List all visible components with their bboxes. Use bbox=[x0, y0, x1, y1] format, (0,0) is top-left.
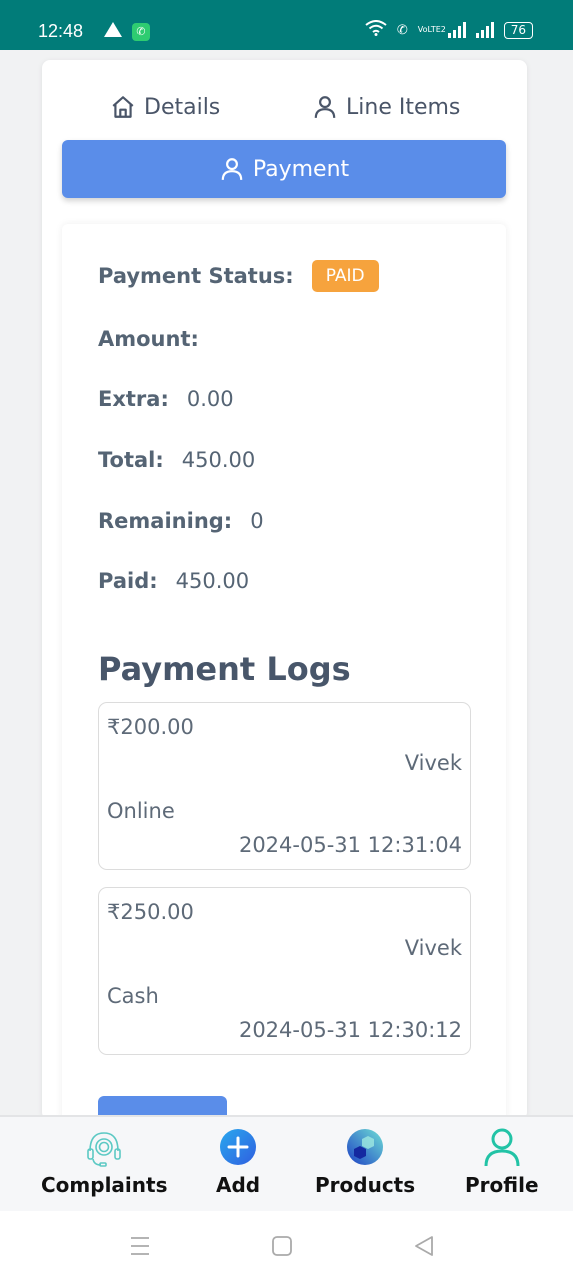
log-date: 2024-05-31 12:31:04 bbox=[238, 833, 462, 857]
home-icon bbox=[112, 96, 134, 118]
status-time: 12:48 bbox=[38, 21, 84, 41]
wifi-icon bbox=[365, 20, 387, 40]
nav-profile-label: Profile bbox=[465, 1173, 539, 1197]
nav-complaints[interactable]: Complaints bbox=[41, 1127, 167, 1197]
nav-complaints-label: Complaints bbox=[41, 1173, 168, 1197]
signal-icon-2 bbox=[475, 22, 494, 38]
total-value: 450.00 bbox=[181, 448, 256, 472]
log-method: Online bbox=[107, 799, 175, 823]
user-icon bbox=[482, 1127, 522, 1167]
amount-label: Amount: bbox=[98, 327, 199, 351]
remaining-label: Remaining: bbox=[98, 509, 233, 533]
bottom-nav: Complaints Add Products Profile bbox=[0, 1115, 573, 1211]
nav-add-label: Add bbox=[216, 1173, 261, 1197]
extra-value: 0.00 bbox=[186, 387, 234, 411]
amount-row: Amount: bbox=[98, 327, 217, 351]
back-button[interactable] bbox=[414, 1235, 434, 1261]
nav-products-label: Products bbox=[315, 1173, 416, 1197]
log-date: 2024-05-31 12:30:12 bbox=[238, 1018, 462, 1042]
square-icon bbox=[272, 1236, 292, 1256]
menu-button[interactable] bbox=[130, 1235, 150, 1261]
tab-details-label: Details bbox=[144, 94, 221, 120]
wifi-calling-icon: ✆ bbox=[396, 22, 408, 38]
tab-payment-label: Payment bbox=[252, 156, 350, 182]
log-amount: ₹200.00 bbox=[107, 715, 194, 739]
tab-payment[interactable]: Payment bbox=[62, 140, 506, 198]
plus-circle-icon bbox=[218, 1127, 258, 1167]
payment-log-item[interactable]: ₹250.00 Vivek Cash 2024-05-31 12:30:12 bbox=[98, 887, 471, 1055]
system-nav-bar bbox=[0, 1211, 573, 1280]
nav-add[interactable]: Add bbox=[216, 1127, 260, 1197]
total-label: Total: bbox=[98, 448, 164, 472]
headset-gear-icon bbox=[84, 1127, 124, 1167]
payment-panel: Payment Status: PAID Amount: Extra: 0.00… bbox=[62, 224, 506, 1124]
cubes-icon bbox=[345, 1127, 385, 1167]
remaining-row: Remaining: 0 bbox=[98, 509, 264, 533]
paid-label: Paid: bbox=[98, 569, 158, 593]
phone-app-icon: ✆ bbox=[132, 23, 150, 41]
payment-log-item[interactable]: ₹200.00 Vivek Online 2024-05-31 12:31:04 bbox=[98, 702, 471, 870]
menu-icon bbox=[131, 1237, 149, 1255]
remaining-value: 0 bbox=[250, 509, 264, 533]
back-triangle-icon bbox=[415, 1236, 433, 1256]
total-row: Total: 450.00 bbox=[98, 448, 255, 472]
tabs: Details Line Items bbox=[42, 60, 527, 140]
paid-row: Paid: 450.00 bbox=[98, 569, 249, 593]
extra-row: Extra: 0.00 bbox=[98, 387, 234, 411]
log-user: Vivek bbox=[404, 751, 462, 775]
signal-icon-1 bbox=[447, 22, 466, 38]
warning-icon bbox=[104, 22, 122, 37]
battery-indicator: 76 bbox=[503, 21, 533, 39]
payment-status-label: Payment Status: bbox=[98, 264, 294, 288]
user-icon bbox=[221, 158, 243, 180]
log-amount: ₹250.00 bbox=[107, 900, 194, 924]
tab-line-items-label: Line Items bbox=[346, 94, 461, 120]
tab-details[interactable]: Details bbox=[110, 94, 220, 120]
log-method: Cash bbox=[107, 984, 159, 1008]
home-button[interactable] bbox=[272, 1235, 292, 1261]
nav-products[interactable]: Products bbox=[315, 1127, 415, 1197]
user-icon bbox=[314, 96, 336, 118]
status-bar: 12:48 ✆ ✆ VoLTE2 76 bbox=[0, 0, 573, 50]
status-badge: PAID bbox=[311, 260, 379, 292]
log-user: Vivek bbox=[404, 936, 462, 960]
payment-status-row: Payment Status: PAID bbox=[98, 260, 379, 292]
tab-line-items[interactable]: Line Items bbox=[312, 94, 460, 120]
order-card: Details Line Items Payment Payment Statu… bbox=[42, 60, 527, 1124]
volte-icon: VoLTE2 bbox=[417, 25, 446, 34]
paid-value: 450.00 bbox=[175, 569, 250, 593]
extra-label: Extra: bbox=[98, 387, 169, 411]
nav-profile[interactable]: Profile bbox=[465, 1127, 539, 1197]
payment-logs-title: Payment Logs bbox=[98, 650, 351, 688]
status-icons: ✆ VoLTE2 76 bbox=[365, 20, 533, 40]
